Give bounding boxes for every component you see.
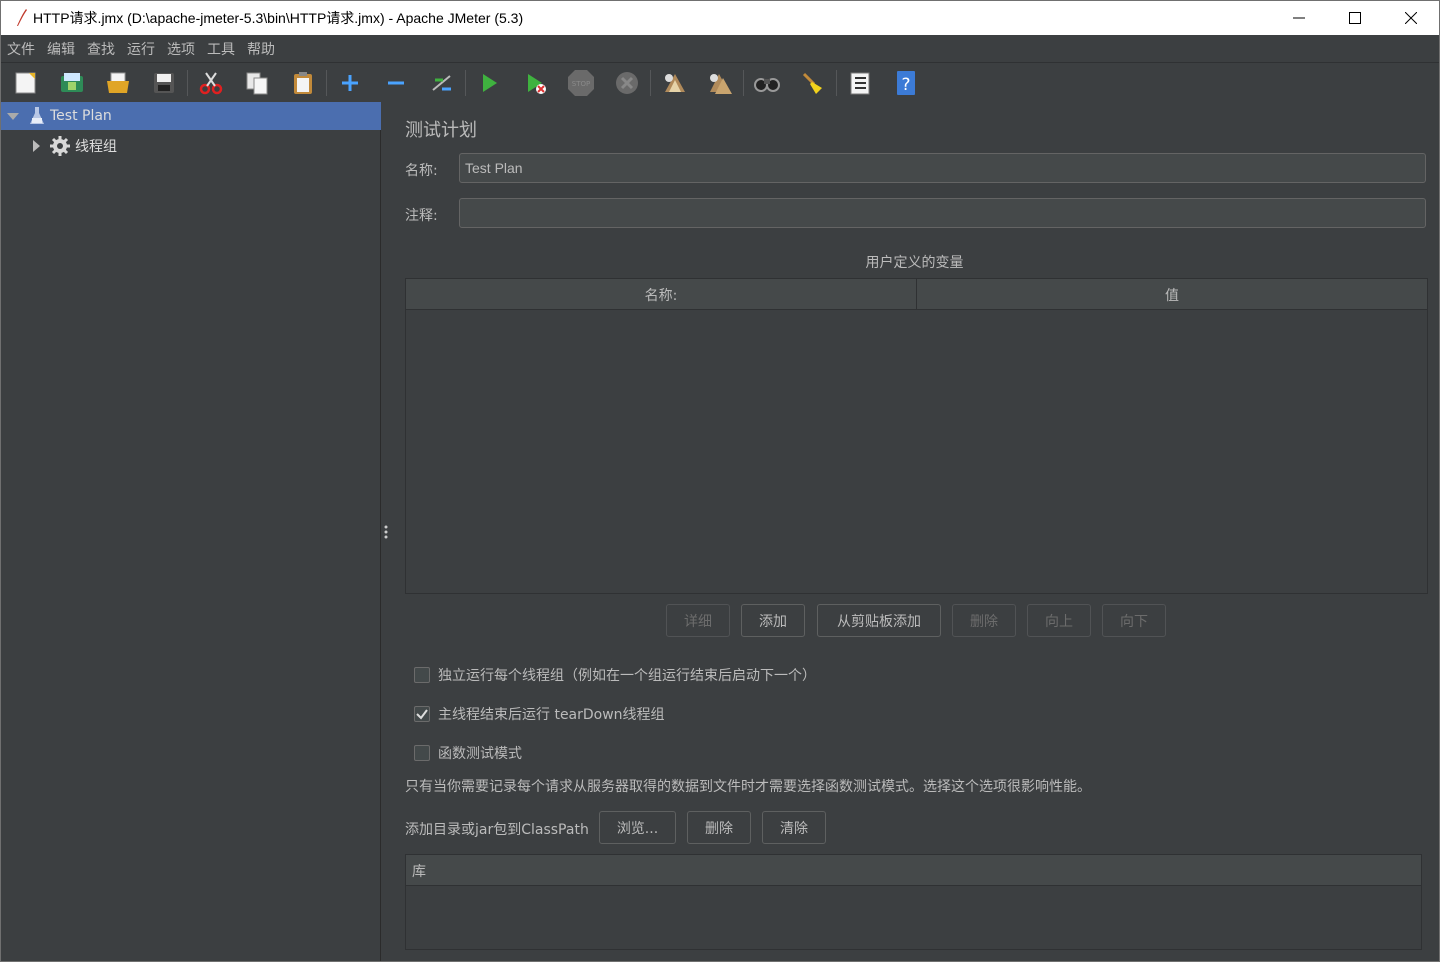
move-up-button[interactable]: 向上	[1027, 604, 1091, 637]
title-bar: HTTP请求.jmx (D:\apache-jmeter-5.3\bin\HTT…	[1, 1, 1439, 35]
help-icon[interactable]: ?	[889, 66, 923, 100]
expanded-arrow-icon[interactable]	[6, 109, 20, 123]
browse-button[interactable]: 浏览...	[599, 811, 676, 844]
variables-table[interactable]: 名称: 值	[405, 278, 1428, 594]
search-icon[interactable]	[750, 66, 784, 100]
copy-icon[interactable]	[240, 66, 274, 100]
add-button[interactable]: 添加	[741, 604, 805, 637]
variables-title: 用户定义的变量	[865, 255, 964, 271]
clear-icon[interactable]	[657, 66, 691, 100]
menu-help[interactable]: 帮助	[247, 39, 275, 59]
toolbar-separator	[326, 70, 327, 96]
variables-table-header: 名称: 值	[406, 279, 1427, 310]
detail-button[interactable]: 详细	[666, 604, 730, 637]
tree-item-test-plan[interactable]: Test Plan	[1, 102, 381, 130]
save-icon[interactable]	[147, 66, 181, 100]
toolbar-separator	[465, 70, 466, 96]
split-pane-divider[interactable]	[382, 102, 390, 961]
jmeter-window: HTTP请求.jmx (D:\apache-jmeter-5.3\bin\HTT…	[0, 0, 1440, 962]
comment-label: 注释:	[405, 208, 438, 224]
start-icon[interactable]	[472, 66, 506, 100]
comment-field[interactable]	[459, 198, 1426, 228]
toolbar-separator	[187, 70, 188, 96]
window-title: HTTP请求.jmx (D:\apache-jmeter-5.3\bin\HTT…	[33, 10, 524, 26]
jmeter-feather-icon	[11, 7, 33, 29]
column-header-value[interactable]: 值	[917, 279, 1427, 310]
menu-bar: 文件 编辑 查找 运行 选项 工具 帮助	[1, 35, 1439, 63]
classpath-label: 添加目录或jar包到ClassPath	[405, 822, 589, 838]
templates-icon[interactable]	[55, 66, 89, 100]
column-header-library[interactable]: 库	[406, 855, 1421, 886]
toolbar-separator	[836, 70, 837, 96]
toggle-icon[interactable]	[425, 66, 459, 100]
toolbar-separator	[743, 70, 744, 96]
functional-mode-label: 函数测试模式	[438, 746, 522, 762]
menu-edit[interactable]: 编辑	[47, 39, 75, 59]
move-down-button[interactable]: 向下	[1102, 604, 1166, 637]
add-from-clipboard-button[interactable]: 从剪贴板添加	[817, 604, 941, 637]
name-field[interactable]: Test Plan	[459, 153, 1426, 183]
teardown-on-shutdown-checkbox[interactable]	[414, 706, 430, 722]
cut-icon[interactable]	[194, 66, 228, 100]
drag-handle-icon[interactable]	[384, 524, 388, 540]
open-icon[interactable]	[101, 66, 135, 100]
clear-all-icon[interactable]	[703, 66, 737, 100]
checkmark-icon	[416, 709, 428, 720]
column-header-name[interactable]: 名称:	[406, 279, 917, 310]
toolbar: STOP ?	[1, 64, 1439, 102]
tree-item-thread-group[interactable]: 线程组	[1, 132, 381, 160]
menu-search[interactable]: 查找	[87, 39, 115, 59]
menu-tools[interactable]: 工具	[207, 39, 235, 59]
minimize-icon[interactable]	[1271, 1, 1327, 35]
new-icon[interactable]	[9, 66, 43, 100]
menu-run[interactable]: 运行	[127, 39, 155, 59]
reset-search-icon[interactable]	[796, 66, 830, 100]
gear-icon	[50, 136, 70, 156]
teardown-on-shutdown-label: 主线程结束后运行 tearDown线程组	[438, 707, 665, 723]
toolbar-separator	[650, 70, 651, 96]
library-table[interactable]: 库	[405, 854, 1422, 950]
test-plan-icon	[30, 107, 44, 124]
menu-options[interactable]: 选项	[167, 39, 195, 59]
test-plan-panel: 测试计划 名称: Test Plan 注释: 用户定义的变量 名称: 值 详细 …	[390, 102, 1439, 961]
start-no-pause-icon[interactable]	[518, 66, 552, 100]
svg-text:?: ?	[901, 75, 910, 95]
collapsed-arrow-icon[interactable]	[29, 139, 43, 153]
shutdown-icon[interactable]	[610, 66, 644, 100]
close-icon[interactable]	[1383, 1, 1439, 35]
classpath-delete-button[interactable]: 删除	[687, 811, 751, 844]
run-threadgroups-serially-checkbox[interactable]	[414, 667, 430, 683]
paste-icon[interactable]	[286, 66, 320, 100]
tree-item-label: 线程组	[75, 139, 117, 155]
tree-item-label: Test Plan	[50, 108, 112, 124]
collapse-icon[interactable]	[379, 66, 413, 100]
maximize-icon[interactable]	[1327, 1, 1383, 35]
stop-icon[interactable]: STOP	[564, 66, 598, 100]
menu-file[interactable]: 文件	[7, 39, 35, 59]
functional-mode-note: 只有当你需要记录每个请求从服务器取得的数据到文件时才需要选择函数测试模式。选择这…	[405, 779, 1091, 795]
expand-icon[interactable]	[333, 66, 367, 100]
classpath-clear-button[interactable]: 清除	[762, 811, 826, 844]
panel-title: 测试计划	[405, 120, 477, 141]
run-threadgroups-serially-label: 独立运行每个线程组（例如在一个组运行结束后启动下一个）	[438, 668, 816, 684]
function-helper-icon[interactable]	[843, 66, 877, 100]
name-label: 名称:	[405, 163, 438, 179]
stop-icon-text: STOP	[572, 80, 590, 88]
delete-button[interactable]: 删除	[952, 604, 1016, 637]
library-table-header: 库	[406, 855, 1421, 886]
functional-mode-checkbox[interactable]	[414, 745, 430, 761]
test-plan-tree: Test Plan 线程组	[1, 102, 381, 961]
